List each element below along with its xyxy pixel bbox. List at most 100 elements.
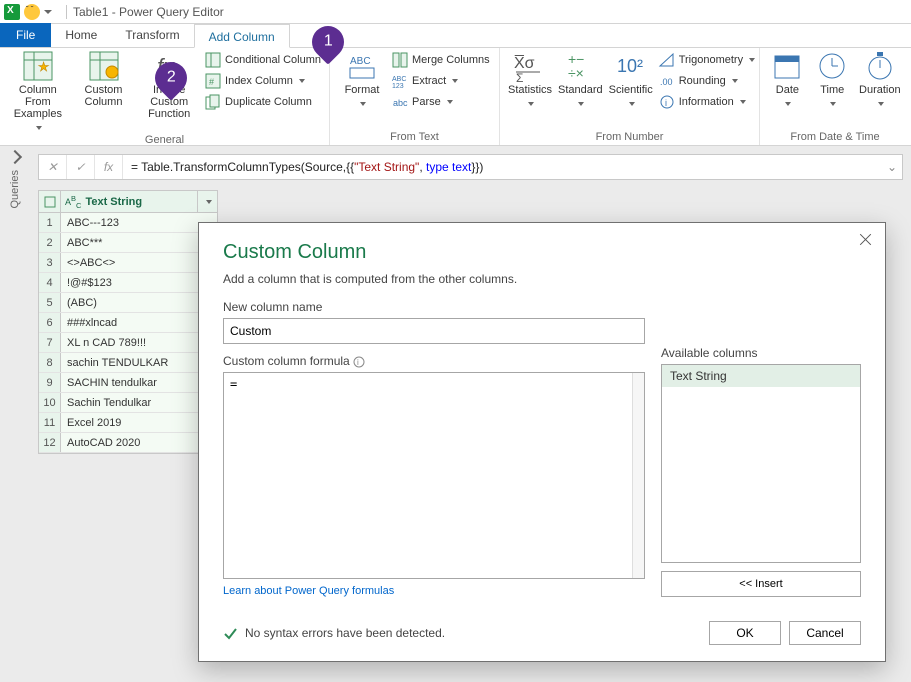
cell[interactable]: ###xlncad [61, 313, 217, 332]
format-button[interactable]: ABC Format [338, 50, 386, 110]
cell[interactable]: XL n CAD 789!!! [61, 333, 217, 352]
row-number: 8 [39, 353, 61, 372]
qat-dropdown-icon[interactable] [44, 7, 54, 17]
time-label: Time [820, 84, 844, 96]
sigma-icon: X̅σΣ [514, 50, 546, 82]
cell[interactable]: !@#$123 [61, 273, 217, 292]
table-row[interactable]: 5(ABC) [39, 293, 217, 313]
duplicate-icon [205, 94, 221, 110]
callout-2-label: 2 [167, 69, 176, 87]
new-column-name-input[interactable] [223, 318, 645, 344]
tab-file[interactable]: File [0, 23, 51, 47]
information-button[interactable]: i Information [659, 92, 755, 112]
scrollbar[interactable] [632, 373, 644, 578]
cancel-button[interactable]: Cancel [789, 621, 861, 645]
duration-button[interactable]: Duration [858, 50, 902, 110]
column-from-examples-button[interactable]: Column From Examples [8, 50, 68, 134]
formula-textarea[interactable] [224, 373, 632, 578]
cell[interactable]: ABC*** [61, 233, 217, 252]
formula-kw2: text [452, 160, 471, 174]
parse-button[interactable]: abc Parse [392, 92, 490, 112]
formula-input[interactable]: = Table.TransformColumnTypes(Source,{{"T… [123, 160, 882, 174]
smiley-icon[interactable] [24, 4, 40, 20]
trigonometry-button[interactable]: Trigonometry [659, 50, 755, 70]
row-number: 2 [39, 233, 61, 252]
standard-button[interactable]: +−÷× Standard [558, 50, 603, 110]
table-row[interactable]: 12AutoCAD 2020 [39, 433, 217, 453]
row-number: 11 [39, 413, 61, 432]
dropdown-icon [627, 98, 635, 110]
group-from-datetime-label: From Date & Time [768, 131, 902, 145]
custom-column-button[interactable]: Custom Column [74, 50, 134, 108]
information-label: Information [679, 96, 734, 108]
column-filter-button[interactable] [197, 191, 217, 212]
table-row[interactable]: 9SACHIN tendulkar [39, 373, 217, 393]
formula-expand-icon[interactable]: ⌄ [882, 160, 902, 174]
available-column-item[interactable]: Text String [662, 365, 860, 387]
window-title: Table1 - Power Query Editor [73, 5, 224, 19]
column-header[interactable]: ABC Text String [61, 191, 197, 212]
table-row[interactable]: 6###xlncad [39, 313, 217, 333]
index-column-button[interactable]: # Index Column [205, 71, 321, 91]
svg-text:i: i [665, 98, 667, 108]
grid-corner-button[interactable] [39, 191, 61, 212]
table-row[interactable]: 1ABC---123 [39, 213, 217, 233]
statistics-button[interactable]: X̅σΣ Statistics [508, 50, 552, 110]
ok-button[interactable]: OK [709, 621, 781, 645]
fx-icon[interactable]: fx [95, 155, 123, 179]
merge-columns-label: Merge Columns [412, 54, 490, 66]
dropdown-icon [730, 75, 738, 87]
row-number: 1 [39, 213, 61, 232]
tab-transform[interactable]: Transform [111, 23, 193, 47]
tab-add-column[interactable]: Add Column [194, 24, 290, 48]
formula-sep: , [419, 160, 426, 174]
row-number: 6 [39, 313, 61, 332]
formula-accept-icon[interactable]: ✓ [67, 155, 95, 179]
group-from-number-label: From Number [508, 131, 751, 145]
table-row[interactable]: 8sachin TENDULKAR [39, 353, 217, 373]
table-row[interactable]: 4!@#$123 [39, 273, 217, 293]
date-label: Date [776, 84, 799, 96]
time-button[interactable]: Time [813, 50, 852, 110]
dropdown-icon [876, 98, 884, 110]
cell[interactable]: SACHIN tendulkar [61, 373, 217, 392]
index-column-label: Index Column [225, 75, 293, 87]
close-button[interactable] [857, 231, 875, 249]
cell[interactable]: Excel 2019 [61, 413, 217, 432]
table-icon [44, 196, 56, 208]
date-button[interactable]: Date [768, 50, 807, 110]
table-row[interactable]: 11Excel 2019 [39, 413, 217, 433]
merge-columns-button[interactable]: Merge Columns [392, 50, 490, 70]
conditional-column-button[interactable]: Conditional Column [205, 50, 321, 70]
cell[interactable]: <>ABC<> [61, 253, 217, 272]
info-icon[interactable]: i [353, 356, 365, 368]
scientific-button[interactable]: 10² Scientific [609, 50, 653, 110]
learn-link[interactable]: Learn about Power Query formulas [223, 585, 645, 597]
table-row[interactable]: 3<>ABC<> [39, 253, 217, 273]
type-icon: ABC [65, 194, 81, 210]
stopwatch-icon [864, 50, 896, 82]
cell[interactable]: (ABC) [61, 293, 217, 312]
available-columns-label: Available columns [661, 346, 861, 360]
cell[interactable]: Sachin Tendulkar [61, 393, 217, 412]
cell[interactable]: ABC---123 [61, 213, 217, 232]
grid-header: ABC Text String [39, 191, 217, 213]
duplicate-column-button[interactable]: Duplicate Column [205, 92, 321, 112]
format-icon: ABC [346, 50, 378, 82]
table-row[interactable]: 10Sachin Tendulkar [39, 393, 217, 413]
queries-pane-collapsed[interactable]: Queries [0, 146, 30, 682]
formula-editor [223, 372, 645, 579]
dropdown-icon [34, 122, 42, 134]
ribbon-tabs: File Home Transform Add Column [0, 24, 911, 48]
svg-text:10²: 10² [617, 56, 643, 76]
extract-icon: ABC123 [392, 73, 408, 89]
table-row[interactable]: 7XL n CAD 789!!! [39, 333, 217, 353]
tab-home[interactable]: Home [51, 23, 111, 47]
formula-cancel-icon[interactable]: ✕ [39, 155, 67, 179]
extract-button[interactable]: ABC123 Extract [392, 71, 490, 91]
cell[interactable]: AutoCAD 2020 [61, 433, 217, 452]
insert-button[interactable]: << Insert [661, 571, 861, 597]
table-row[interactable]: 2ABC*** [39, 233, 217, 253]
cell[interactable]: sachin TENDULKAR [61, 353, 217, 372]
rounding-button[interactable]: .00 Rounding [659, 71, 755, 91]
